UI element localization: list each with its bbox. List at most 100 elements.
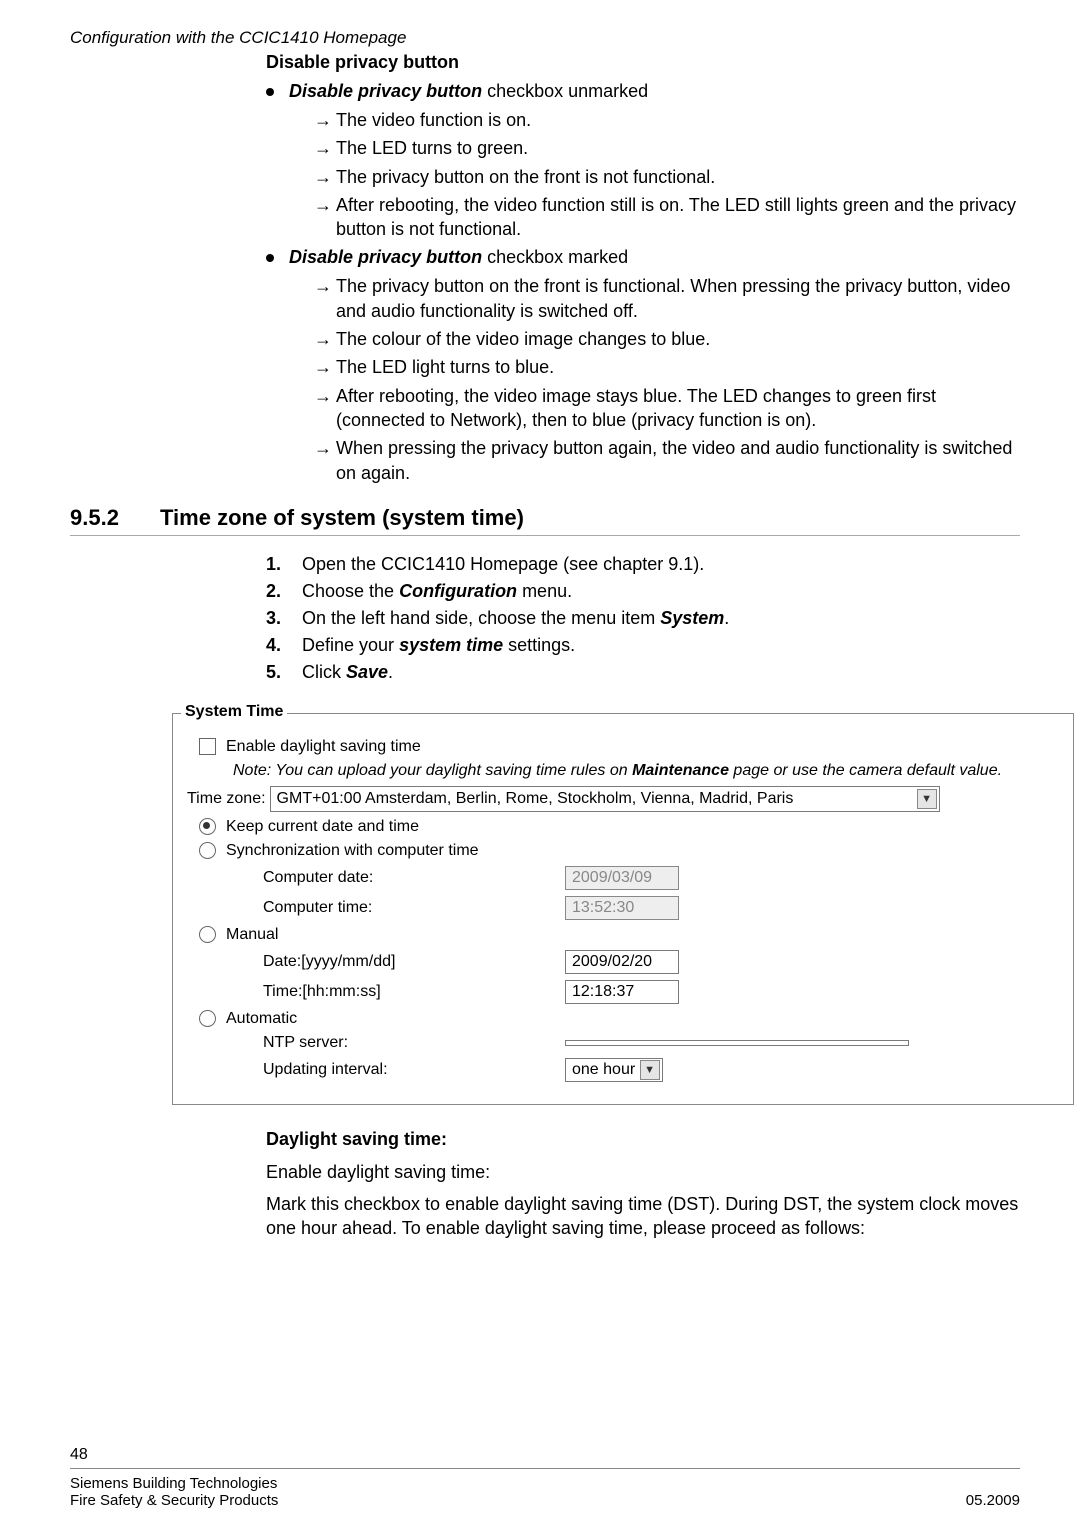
page-number: 48 bbox=[70, 1446, 1020, 1464]
footer-line1: Siemens Building Technologies bbox=[70, 1475, 277, 1492]
update-interval-row: Updating interval: one hour ▼ bbox=[263, 1058, 1061, 1082]
ntp-input[interactable] bbox=[565, 1040, 909, 1046]
arrow-icon: → bbox=[314, 274, 336, 298]
bullet-unmarked-rest: checkbox unmarked bbox=[482, 81, 648, 101]
disc-icon bbox=[266, 254, 274, 262]
arrow-icon: → bbox=[314, 327, 336, 351]
dst-sub: Enable daylight saving time: bbox=[266, 1160, 1020, 1184]
arrow-icon: → bbox=[314, 355, 336, 379]
arrow-item: →The privacy button on the front is not … bbox=[314, 165, 1020, 189]
panel-legend: System Time bbox=[181, 703, 287, 721]
timezone-label: Time zone: bbox=[187, 790, 266, 808]
update-interval-select[interactable]: one hour ▼ bbox=[565, 1058, 663, 1082]
step-3: 3.On the left hand side, choose the menu… bbox=[266, 608, 1020, 629]
chevron-down-icon[interactable]: ▼ bbox=[917, 789, 937, 809]
step-num: 2. bbox=[266, 581, 302, 602]
step-text: Define your bbox=[302, 635, 399, 655]
bullet-marked: Disable privacy button checkbox marked bbox=[266, 247, 1020, 268]
radio-keep-label: Keep current date and time bbox=[226, 818, 419, 836]
arrow-item: →The colour of the video image changes t… bbox=[314, 327, 1020, 351]
dst-checkbox[interactable] bbox=[199, 738, 216, 755]
update-interval-value: one hour bbox=[572, 1061, 635, 1079]
arrow-icon: → bbox=[314, 165, 336, 189]
dst-note: Note: You can upload your daylight savin… bbox=[233, 762, 1061, 780]
footer-line2-left: Fire Safety & Security Products bbox=[70, 1492, 278, 1509]
bullet-marked-em: Disable privacy button bbox=[289, 247, 482, 267]
manual-date-row: Date:[yyyy/mm/dd] 2009/02/20 bbox=[263, 950, 1061, 974]
bullet-marked-rest: checkbox marked bbox=[482, 247, 628, 267]
timezone-row: Time zone: GMT+01:00 Amsterdam, Berlin, … bbox=[187, 786, 1061, 812]
running-header: Configuration with the CCIC1410 Homepage bbox=[70, 28, 1020, 48]
arrow-icon: → bbox=[314, 384, 336, 408]
section-number: 9.5.2 bbox=[70, 505, 160, 531]
radio-sync-label: Synchronization with computer time bbox=[226, 842, 479, 860]
dst-label: Enable daylight saving time bbox=[226, 738, 421, 756]
arrow-text: The LED turns to green. bbox=[336, 138, 528, 158]
dst-note-b: Maintenance bbox=[632, 762, 729, 779]
manual-time-label: Time:[hh:mm:ss] bbox=[263, 983, 565, 1001]
step-em: system time bbox=[399, 635, 503, 655]
arrow-text: The LED light turns to blue. bbox=[336, 357, 554, 377]
arrow-text: When pressing the privacy button again, … bbox=[336, 438, 1012, 482]
radio-sync-row: Synchronization with computer time bbox=[199, 842, 1061, 860]
subsection-title: Disable privacy button bbox=[266, 52, 1020, 73]
radio-keep-current[interactable] bbox=[199, 818, 216, 835]
ntp-label: NTP server: bbox=[263, 1034, 565, 1052]
dst-heading: Daylight saving time: bbox=[266, 1129, 1020, 1150]
step-text: menu. bbox=[517, 581, 572, 601]
arrow-text: After rebooting, the video function stil… bbox=[336, 195, 1016, 239]
timezone-value: GMT+01:00 Amsterdam, Berlin, Rome, Stock… bbox=[277, 790, 794, 808]
timezone-select[interactable]: GMT+01:00 Amsterdam, Berlin, Rome, Stock… bbox=[270, 786, 940, 812]
radio-automatic[interactable] bbox=[199, 1010, 216, 1027]
arrow-text: The privacy button on the front is not f… bbox=[336, 167, 715, 187]
arrow-item: →The privacy button on the front is func… bbox=[314, 274, 1020, 323]
step-em: Configuration bbox=[399, 581, 517, 601]
step-text: On the left hand side, choose the menu i… bbox=[302, 608, 660, 628]
radio-manual-row: Manual bbox=[199, 926, 1061, 944]
arrow-text: The privacy button on the front is funct… bbox=[336, 276, 1010, 320]
dst-desc: Mark this checkbox to enable daylight sa… bbox=[266, 1192, 1020, 1241]
arrow-icon: → bbox=[314, 436, 336, 460]
step-num: 4. bbox=[266, 635, 302, 656]
step-em: Save bbox=[346, 662, 388, 682]
arrow-icon: → bbox=[314, 136, 336, 160]
step-num: 3. bbox=[266, 608, 302, 629]
computer-date-label: Computer date: bbox=[263, 869, 565, 887]
arrow-text: The colour of the video image changes to… bbox=[336, 329, 710, 349]
radio-manual-label: Manual bbox=[226, 926, 278, 944]
radio-auto-label: Automatic bbox=[226, 1010, 297, 1028]
arrow-item: →The LED light turns to blue. bbox=[314, 355, 1020, 379]
computer-date-value: 2009/03/09 bbox=[565, 866, 679, 890]
computer-time-label: Computer time: bbox=[263, 899, 565, 917]
step-5: 5.Click Save. bbox=[266, 662, 1020, 683]
bullet-unmarked: Disable privacy button checkbox unmarked bbox=[266, 81, 1020, 102]
step-text: . bbox=[388, 662, 393, 682]
arrow-item: →After rebooting, the video function sti… bbox=[314, 193, 1020, 242]
footer-rule bbox=[70, 1468, 1020, 1469]
manual-time-input[interactable]: 12:18:37 bbox=[565, 980, 679, 1004]
step-text: Open the CCIC1410 Homepage (see chapter … bbox=[302, 554, 704, 574]
arrow-item: →When pressing the privacy button again,… bbox=[314, 436, 1020, 485]
computer-time-value: 13:52:30 bbox=[565, 896, 679, 920]
section-title: Time zone of system (system time) bbox=[160, 505, 524, 531]
arrow-icon: → bbox=[314, 193, 336, 217]
manual-date-input[interactable]: 2009/02/20 bbox=[565, 950, 679, 974]
footer-line2-right: 05.2009 bbox=[966, 1492, 1020, 1509]
step-2: 2.Choose the Configuration menu. bbox=[266, 581, 1020, 602]
chevron-down-icon[interactable]: ▼ bbox=[640, 1060, 660, 1080]
dst-note-post: page or use the camera default value. bbox=[729, 762, 1002, 779]
step-text: Choose the bbox=[302, 581, 399, 601]
radio-sync-computer[interactable] bbox=[199, 842, 216, 859]
computer-time-row: Computer time: 13:52:30 bbox=[263, 896, 1061, 920]
section-rule bbox=[70, 535, 1020, 536]
arrow-item: →The LED turns to green. bbox=[314, 136, 1020, 160]
radio-manual[interactable] bbox=[199, 926, 216, 943]
update-interval-label: Updating interval: bbox=[263, 1061, 565, 1079]
dst-note-pre: Note: You can upload your daylight savin… bbox=[233, 762, 632, 779]
system-time-panel: System Time Enable daylight saving time … bbox=[172, 713, 1074, 1105]
step-4: 4.Define your system time settings. bbox=[266, 635, 1020, 656]
page-footer: 48 Siemens Building Technologies Fire Sa… bbox=[70, 1446, 1020, 1509]
arrow-item: →The video function is on. bbox=[314, 108, 1020, 132]
computer-date-row: Computer date: 2009/03/09 bbox=[263, 866, 1061, 890]
arrow-text: The video function is on. bbox=[336, 110, 531, 130]
